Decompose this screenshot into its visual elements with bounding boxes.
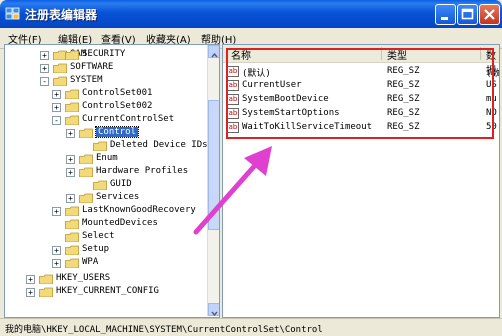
tree-node-label[interactable]: LastKnownGoodRecovery	[82, 205, 196, 215]
tree-node-label[interactable]: MountedDevices	[82, 218, 158, 228]
folder-icon	[79, 193, 93, 203]
registry-app-icon	[5, 7, 20, 20]
folder-icon	[65, 245, 79, 255]
folder-icon	[79, 154, 93, 164]
close-button[interactable]	[479, 4, 500, 25]
folder-icon	[39, 287, 53, 297]
expand-icon[interactable]: +	[26, 275, 35, 284]
folder-icon	[79, 167, 93, 177]
status-bar: 我的电脑\HKEY_LOCAL_MACHINE\SYSTEM\CurrentCo…	[0, 318, 502, 336]
tree-node-label[interactable]: SYSTEM	[70, 75, 103, 85]
tree-node-label[interactable]: SOFTWARE	[70, 62, 113, 72]
folder-icon	[93, 180, 107, 190]
chevron-down-icon	[211, 311, 218, 317]
tree-node-label[interactable]: HKEY_USERS	[56, 273, 110, 283]
tree-vertical-scrollbar[interactable]	[207, 45, 219, 317]
tree-node-label[interactable]: Enum	[96, 153, 118, 163]
scroll-down-button[interactable]	[208, 303, 219, 317]
expand-icon[interactable]: +	[52, 207, 61, 216]
tree-node-label[interactable]: Deleted Device IDs	[110, 140, 208, 150]
folder-icon	[65, 258, 79, 268]
expand-icon[interactable]: +	[52, 103, 61, 112]
folder-icon	[53, 76, 67, 86]
folder-icon	[93, 141, 107, 151]
tree-node-label[interactable]: Setup	[82, 244, 109, 254]
window-title: 注册表编辑器	[25, 8, 98, 22]
folder-icon	[65, 232, 79, 242]
registry-editor-window: 注册表编辑器 文件(F) 编辑(E) 查看(V) 收藏夹(A) 帮助(H) + S…	[0, 0, 502, 336]
scroll-up-button[interactable]	[208, 45, 219, 58]
minimize-button[interactable]	[435, 4, 456, 25]
folder-icon	[65, 206, 79, 216]
expand-icon[interactable]: +	[66, 168, 75, 177]
collapse-icon[interactable]: -	[40, 77, 49, 86]
maximize-button[interactable]	[457, 4, 478, 25]
status-path: 我的电脑\HKEY_LOCAL_MACHINE\SYSTEM\CurrentCo…	[5, 325, 323, 335]
tree-node-label[interactable]: CurrentControlSet	[82, 114, 174, 124]
expand-icon[interactable]: +	[66, 155, 75, 164]
key-tree-pane[interactable]: +SAMSECURITY+SOFTWARE-SYSTEM+ControlSet0…	[4, 44, 220, 318]
folder-icon	[39, 274, 53, 284]
maximize-icon	[461, 8, 474, 20]
minimize-icon	[441, 17, 448, 20]
folder-icon	[79, 128, 93, 138]
scroll-thumb[interactable]	[208, 100, 219, 230]
tree-node-label[interactable]: HKEY_CURRENT_CONFIG	[56, 286, 159, 296]
expand-icon[interactable]: +	[40, 51, 49, 60]
tree-node-label[interactable]: ControlSet001	[82, 88, 152, 98]
folder-icon	[65, 115, 79, 125]
expand-icon[interactable]: +	[52, 259, 61, 268]
tree-node-label[interactable]: GUID	[110, 179, 132, 189]
tree-node-label[interactable]: Select	[82, 231, 115, 241]
chevron-up-icon	[211, 52, 218, 58]
folder-icon	[65, 89, 79, 99]
tree-node-label[interactable]: Services	[96, 192, 139, 202]
expand-icon[interactable]: +	[26, 288, 35, 297]
title-bar[interactable]: 注册表编辑器	[0, 0, 502, 28]
folder-icon	[65, 219, 79, 229]
expand-icon[interactable]: +	[40, 64, 49, 73]
expand-icon[interactable]: +	[52, 246, 61, 255]
tree-node-label[interactable]: SECURITY	[82, 49, 125, 59]
tree-node-label[interactable]: WPA	[82, 257, 98, 267]
expand-icon[interactable]: +	[66, 194, 75, 203]
tree-node-label[interactable]: ControlSet002	[82, 101, 152, 111]
collapse-icon[interactable]: -	[52, 116, 61, 125]
folder-icon	[65, 50, 79, 60]
folder-icon	[65, 102, 79, 112]
expand-icon[interactable]: +	[52, 90, 61, 99]
close-icon	[484, 9, 495, 20]
folder-icon	[53, 63, 67, 73]
highlight-box	[226, 48, 494, 139]
tree-node-label[interactable]: Hardware Profiles	[96, 166, 188, 176]
expand-icon[interactable]: +	[66, 129, 75, 138]
tree-node-label[interactable]: Control	[95, 126, 139, 138]
